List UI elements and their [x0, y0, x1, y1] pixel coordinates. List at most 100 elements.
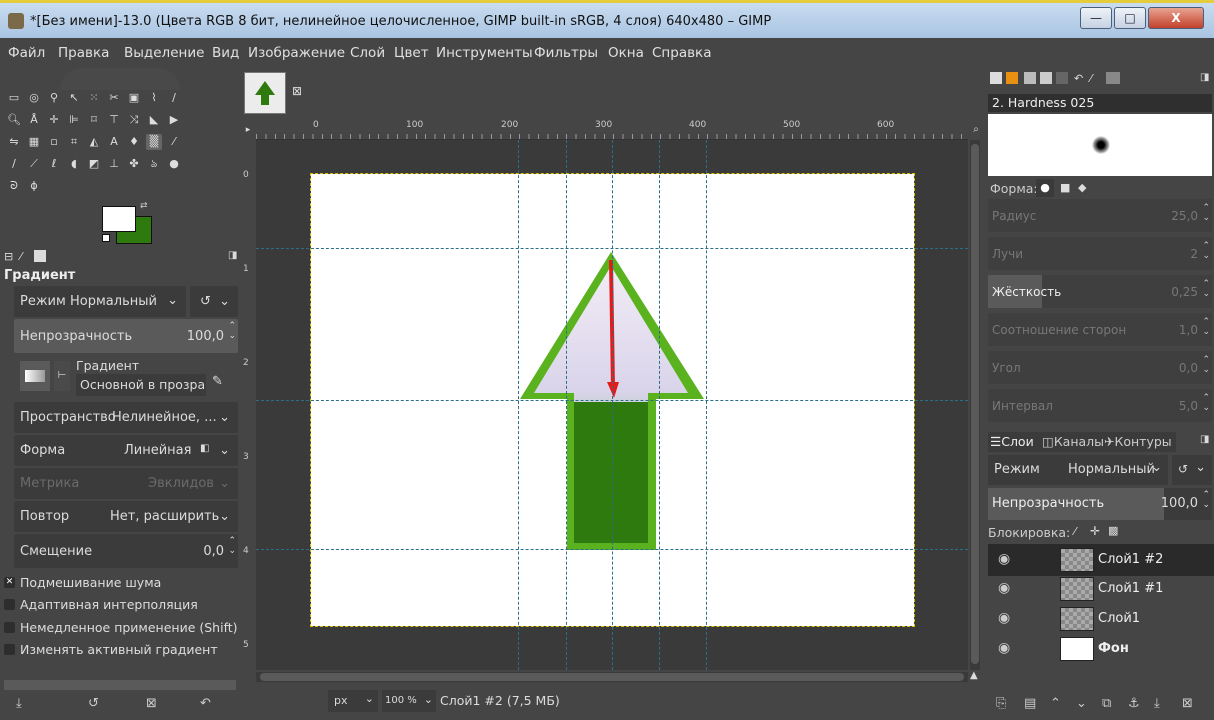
- text-tool-icon[interactable]: A: [106, 134, 122, 150]
- unit-select[interactable]: px ⌄: [328, 690, 378, 712]
- blur-tool-icon[interactable]: ᘐ: [6, 178, 22, 194]
- layer-opacity-slider[interactable]: Непрозрачность 100,0 ⌃ ⌄: [988, 488, 1212, 520]
- device-status-tab-icon[interactable]: ⁄: [20, 250, 22, 263]
- ellipse-select-tool-icon[interactable]: ◎: [26, 90, 42, 106]
- menu-edit[interactable]: Правка: [58, 45, 109, 61]
- cage-tool-icon[interactable]: ▦: [26, 134, 42, 150]
- raise-layer-icon[interactable]: ⌃: [1050, 696, 1061, 711]
- gradient-name-field[interactable]: Основной в прозрач: [76, 374, 206, 396]
- lock-pixels-icon[interactable]: ⁄: [1074, 525, 1076, 538]
- square-shape-icon[interactable]: ■: [1060, 181, 1070, 194]
- new-layer-icon[interactable]: ⎘: [996, 696, 1006, 711]
- tab-paths[interactable]: ✈Контуры: [1104, 434, 1172, 449]
- shear-tool-icon[interactable]: ◣: [146, 112, 162, 128]
- menu-view[interactable]: Вид: [212, 45, 239, 61]
- foreground-select-tool-icon[interactable]: ▣: [126, 90, 142, 106]
- restore-options-icon[interactable]: ↺: [88, 696, 99, 711]
- clone-tool-icon[interactable]: ⊥: [106, 156, 122, 172]
- undo-history-tab-icon[interactable]: [34, 250, 46, 262]
- lock-alpha-icon[interactable]: ▩: [1108, 524, 1118, 537]
- navigate-icon[interactable]: ▲: [970, 670, 978, 681]
- color-select-tool-icon[interactable]: ⁙: [86, 90, 102, 106]
- free-select-tool-icon[interactable]: ⚲: [46, 90, 62, 106]
- measure-tool-icon[interactable]: Å: [26, 112, 42, 128]
- save-options-icon[interactable]: ⤓: [16, 696, 22, 711]
- minimize-button[interactable]: —: [1080, 7, 1112, 29]
- heal-tool-icon[interactable]: ✤: [126, 156, 142, 172]
- brushes-tab-icon[interactable]: [990, 72, 1002, 84]
- offset-slider[interactable]: Смещение 0,0 ⌃ ⌄: [14, 534, 238, 568]
- guide-vertical[interactable]: [659, 140, 660, 670]
- guide-vertical[interactable]: [706, 140, 707, 670]
- lower-layer-icon[interactable]: ⌄: [1076, 696, 1087, 711]
- duplicate-layer-icon[interactable]: ⧉: [1102, 696, 1111, 711]
- eye-icon[interactable]: ◉: [998, 551, 1010, 567]
- spin-arrows-icon[interactable]: ⌃ ⌄: [228, 536, 236, 556]
- delete-options-icon[interactable]: ⊠: [146, 696, 157, 711]
- align-tool-icon[interactable]: ⊫: [66, 112, 82, 128]
- patterns-tab-icon[interactable]: [1006, 72, 1018, 84]
- panel-menu-icon[interactable]: ◨: [1200, 72, 1209, 83]
- merge-layer-icon[interactable]: ⤓: [1154, 696, 1160, 711]
- document-tab-icon[interactable]: [1040, 72, 1052, 84]
- tab-layers[interactable]: ☰Слои: [990, 434, 1034, 449]
- history-tab-icon[interactable]: ↶: [1074, 72, 1083, 85]
- panel-menu-icon[interactable]: ◨: [1200, 434, 1209, 445]
- panel-resize-bar[interactable]: [4, 680, 236, 690]
- layer-composite-select[interactable]: ↺ ⌄: [1172, 455, 1212, 485]
- crop-tool-icon[interactable]: ⌑: [86, 112, 102, 128]
- layer-row[interactable]: ◉ Слой1: [988, 603, 1214, 635]
- horizontal-scrollbar[interactable]: [256, 672, 968, 682]
- zoom-fit-icon[interactable]: ⌕: [968, 120, 984, 140]
- instant-mode-checkbox[interactable]: Немедленное применение (Shift): [4, 619, 238, 637]
- zoom-tool-icon[interactable]: 🔍︎: [6, 112, 22, 128]
- ink-tool-icon[interactable]: ℓ: [46, 156, 62, 172]
- reverse-mode-select[interactable]: ↺ ⌄: [190, 286, 238, 317]
- fuzzy-select-tool-icon[interactable]: ↖: [66, 90, 82, 106]
- layer-mode-select[interactable]: Режим Нормальный ⌄: [988, 455, 1168, 485]
- gradient-reverse-icon[interactable]: ⊢: [54, 361, 70, 391]
- color-picker-tool-icon[interactable]: ϕ: [26, 178, 42, 194]
- spin-arrows-icon[interactable]: ⌃ ⌄: [1202, 490, 1210, 510]
- eye-icon[interactable]: ◉: [998, 640, 1010, 656]
- panel-menu-icon[interactable]: ◨: [228, 250, 237, 261]
- perspective-tool-icon[interactable]: ▶: [166, 112, 182, 128]
- eraser-tool-icon[interactable]: ◩: [86, 156, 102, 172]
- guide-vertical[interactable]: [566, 140, 567, 670]
- zoom-select[interactable]: 100 % ⌄: [382, 690, 436, 712]
- menu-filters[interactable]: Фильтры: [534, 45, 598, 61]
- smudge-tool-icon[interactable]: ঌ: [146, 156, 162, 172]
- menu-select[interactable]: Выделение: [124, 45, 204, 61]
- opacity-slider[interactable]: Непрозрачность 100,0 ⌃ ⌄: [14, 319, 238, 353]
- menu-help[interactable]: Справка: [652, 45, 711, 61]
- menu-color[interactable]: Цвет: [394, 45, 429, 61]
- paintbrush-tool-icon[interactable]: ⁄: [166, 134, 182, 150]
- paint-dynamics-tab-icon[interactable]: ⁄: [1090, 72, 1092, 85]
- menu-tools[interactable]: Инструменты: [436, 45, 533, 61]
- gradient-preview-button[interactable]: [20, 361, 50, 391]
- menu-file[interactable]: Файл: [8, 45, 45, 61]
- menu-image[interactable]: Изображение: [248, 45, 345, 61]
- image-tab-thumbnail[interactable]: [244, 72, 286, 114]
- repeat-select[interactable]: Повтор Нет, расширить ⌄: [14, 501, 238, 532]
- layer-row[interactable]: ◉ Фон: [988, 633, 1214, 665]
- move-tool-icon[interactable]: ✛: [46, 112, 62, 128]
- delete-layer-icon[interactable]: ⊠: [1182, 696, 1193, 711]
- vertical-scrollbar[interactable]: [970, 140, 980, 670]
- layer-row-active[interactable]: ◉ Слой1 #2: [988, 544, 1214, 576]
- circle-shape-icon[interactable]: ●: [1036, 179, 1054, 197]
- reset-colors-icon[interactable]: [102, 234, 110, 242]
- airbrush-tool-icon[interactable]: ⟋: [26, 156, 42, 172]
- paint-select-tool-icon[interactable]: ♦: [126, 134, 142, 150]
- ruler-corner-icon[interactable]: ▸: [240, 120, 256, 140]
- lock-position-icon[interactable]: ✛: [1090, 524, 1100, 538]
- diamond-shape-icon[interactable]: ◆: [1078, 181, 1086, 194]
- tool-options-tab-icon[interactable]: ⊟: [4, 250, 13, 263]
- pencil-tool-icon[interactable]: /: [6, 156, 22, 172]
- edit-gradient-icon[interactable]: ✎: [212, 374, 223, 389]
- close-button[interactable]: X: [1148, 7, 1204, 29]
- eye-icon[interactable]: ◉: [998, 610, 1010, 626]
- fonts-tab-icon[interactable]: [1024, 72, 1036, 84]
- close-tab-icon[interactable]: ⊠: [292, 84, 302, 98]
- reset-options-icon[interactable]: ↶: [200, 696, 211, 711]
